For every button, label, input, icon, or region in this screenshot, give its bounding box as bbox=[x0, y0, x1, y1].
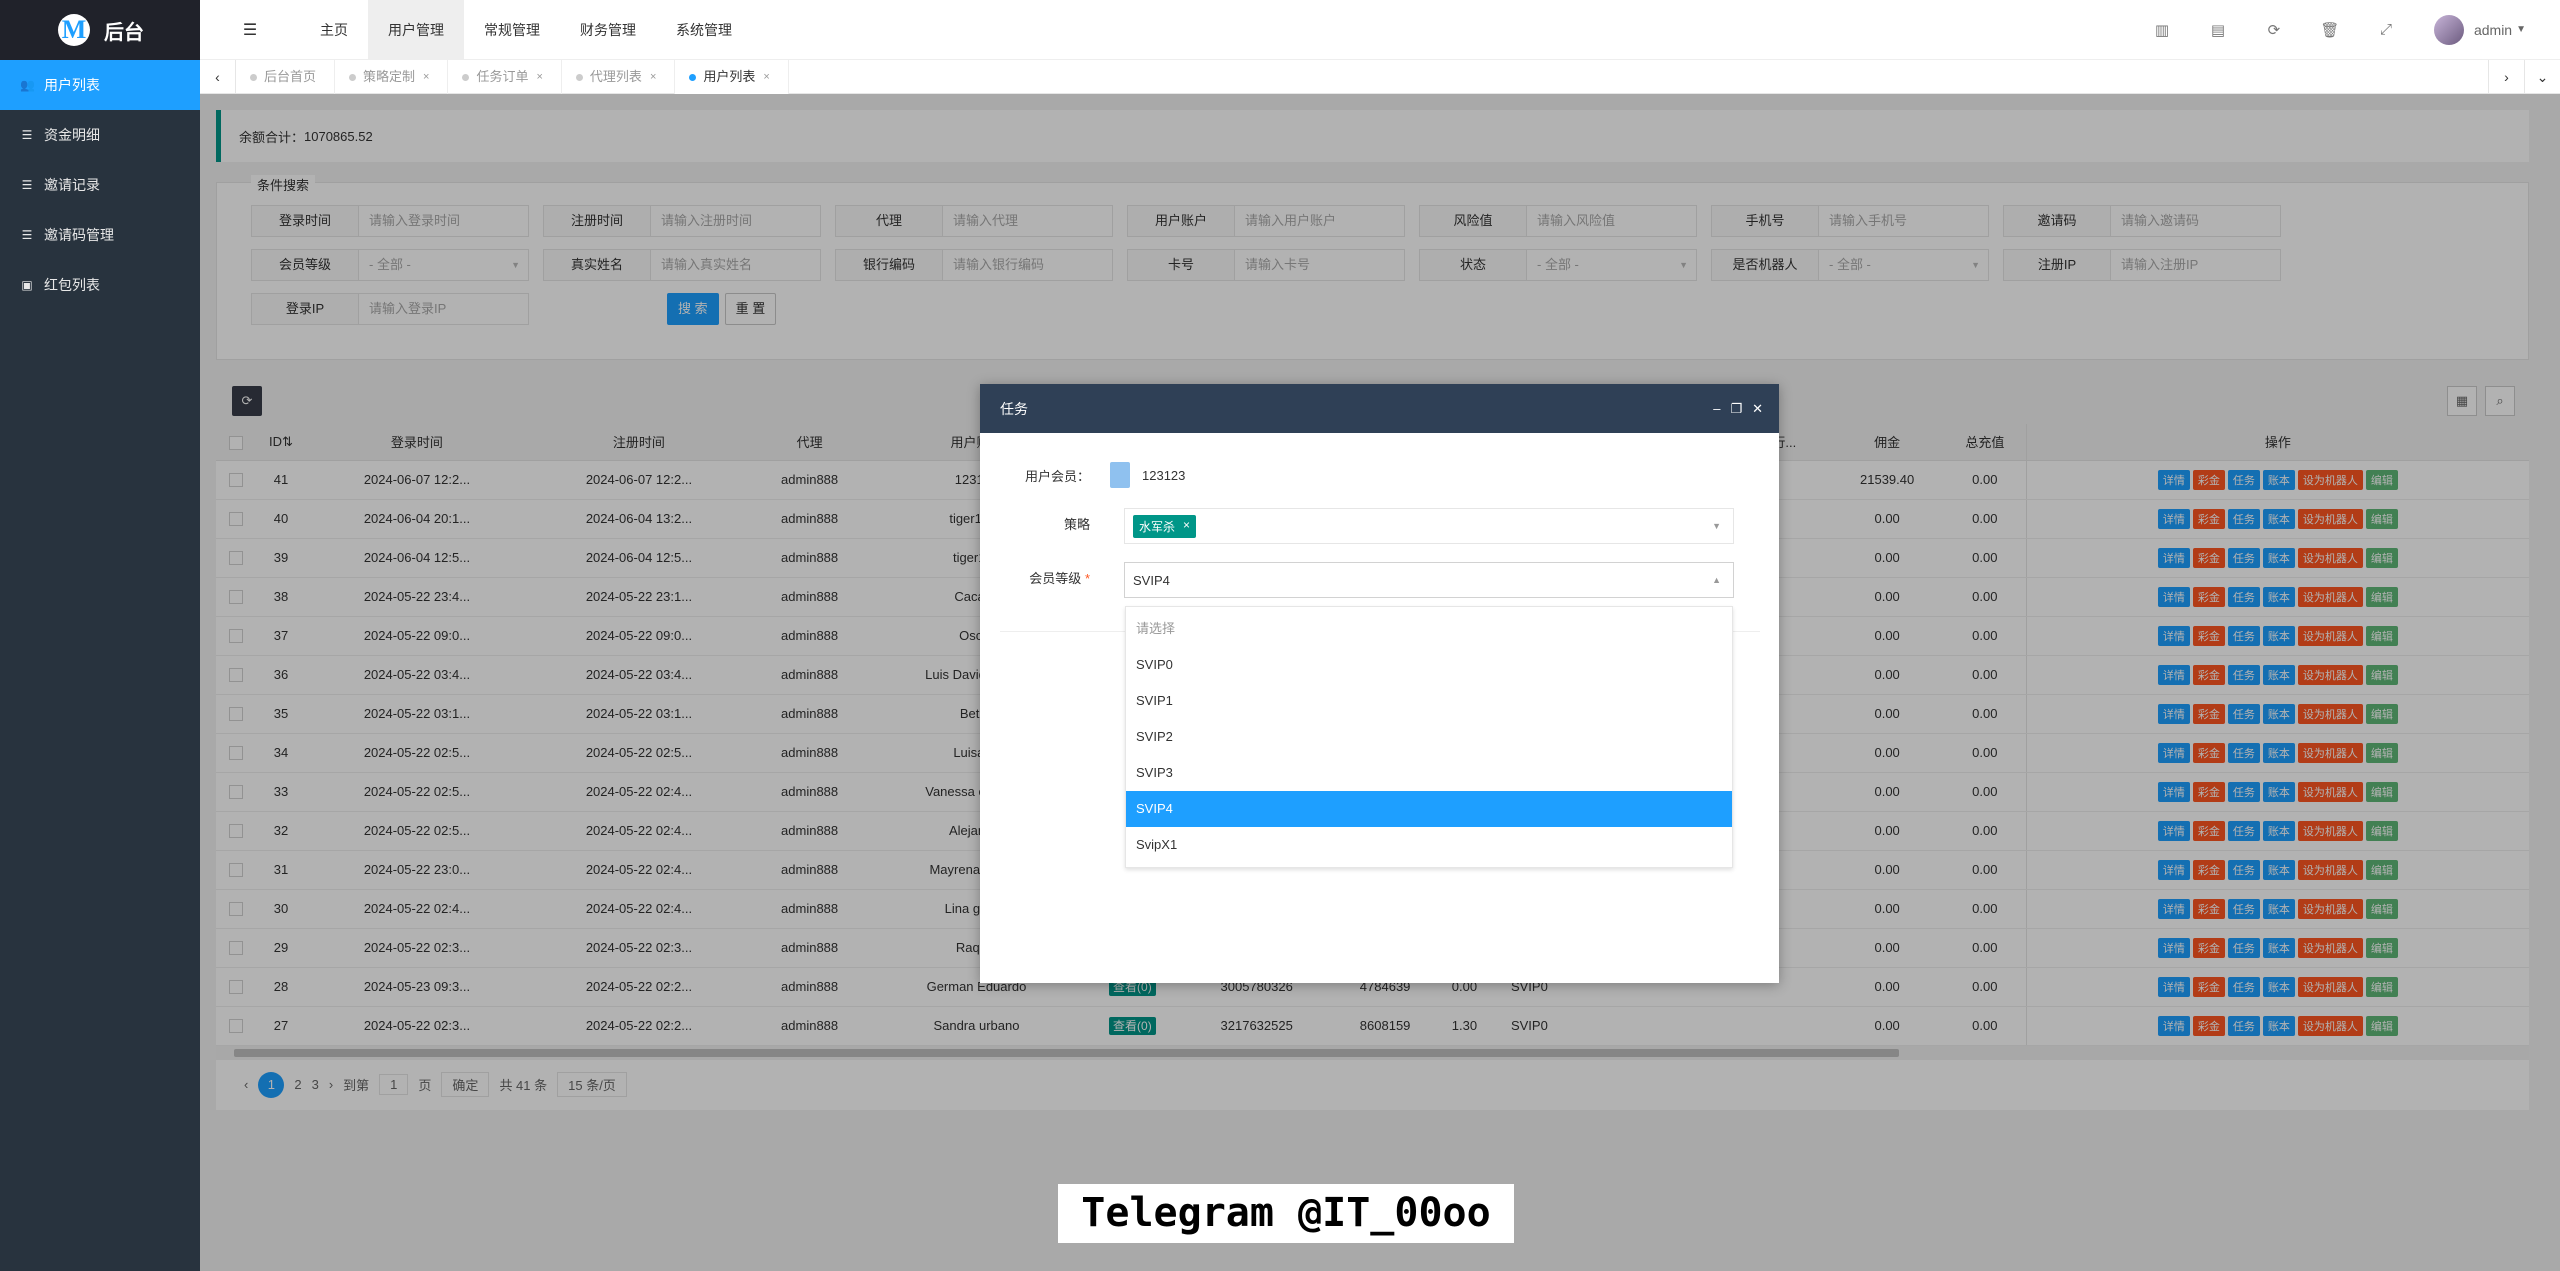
tab-1[interactable]: 策略定制 × bbox=[335, 59, 449, 94]
level-label: 会员等级 * bbox=[980, 568, 1110, 587]
chart-icon[interactable]: ▥ bbox=[2134, 21, 2190, 39]
logo-icon: M bbox=[58, 14, 90, 46]
nav-item-1[interactable]: 用户管理 bbox=[368, 0, 464, 60]
list-icon: ☰ bbox=[21, 228, 33, 242]
tab-label: 任务订单 bbox=[476, 68, 529, 84]
list-icon: ☰ bbox=[21, 128, 33, 142]
sidebar-item-label: 用户列表 bbox=[44, 77, 100, 93]
wallet-icon: ▣ bbox=[21, 278, 33, 292]
tab-status-dot bbox=[689, 73, 697, 81]
dropdown-option[interactable]: 请选择 bbox=[1126, 611, 1732, 647]
member-label: 用户会员： bbox=[1024, 468, 1090, 484]
sidebar-item-3[interactable]: ☰ 邀请码管理 bbox=[0, 210, 200, 260]
nav-item-0[interactable]: 主页 bbox=[300, 0, 368, 60]
chevron-up-icon[interactable]: ▲ bbox=[1712, 575, 1721, 585]
dropdown-option[interactable]: SVIP0 bbox=[1126, 647, 1732, 683]
tab-close-icon[interactable]: × bbox=[650, 60, 656, 94]
dropdown-option[interactable]: SVIP4 bbox=[1126, 791, 1732, 827]
dropdown-option[interactable]: SVIP3 bbox=[1126, 755, 1732, 791]
sidebar-item-4[interactable]: ▣ 红包列表 bbox=[0, 260, 200, 310]
telegram-watermark: Telegram @IT_00oo bbox=[1058, 1184, 1514, 1243]
sidebar: M 后台 👥 用户列表 ☰ 资金明细 ☰ 邀请记录 ☰ 邀请码管理 ▣ 红包列表 bbox=[0, 0, 200, 1271]
sidebar-item-2[interactable]: ☰ 邀请记录 bbox=[0, 160, 200, 210]
sidebar-item-label: 邀请码管理 bbox=[44, 227, 114, 243]
dropdown-option[interactable]: SvipX1 bbox=[1126, 827, 1732, 863]
tab-close-icon[interactable]: × bbox=[423, 60, 429, 94]
close-icon[interactable]: ✕ bbox=[1752, 401, 1763, 417]
modal-title: 任务 bbox=[1000, 400, 1028, 417]
strategy-chip: 水军杀 × bbox=[1133, 514, 1197, 538]
tab-3[interactable]: 代理列表 × bbox=[562, 59, 676, 94]
sidebar-menu: 👥 用户列表 ☰ 资金明细 ☰ 邀请记录 ☰ 邀请码管理 ▣ 红包列表 bbox=[0, 60, 200, 310]
top-nav: 主页 用户管理 常规管理 财务管理 系统管理 bbox=[300, 0, 752, 60]
logo[interactable]: M 后台 bbox=[0, 0, 200, 60]
tab-label: 后台首页 bbox=[264, 68, 317, 84]
sidebar-item-0[interactable]: 👥 用户列表 bbox=[0, 60, 200, 110]
level-label-text: 会员等级 bbox=[1029, 571, 1082, 586]
level-row: 会员等级 * bbox=[980, 568, 1110, 587]
member-row: 用户会员： 123123 bbox=[980, 462, 1185, 488]
nav-item-4[interactable]: 系统管理 bbox=[656, 0, 752, 60]
chip-remove-icon[interactable]: × bbox=[1183, 518, 1190, 535]
maximize-icon[interactable]: ❐ bbox=[1730, 401, 1742, 417]
dropdown-option[interactable]: SVIP1 bbox=[1126, 683, 1732, 719]
required-mark: * bbox=[1084, 571, 1090, 586]
tab-status-dot bbox=[250, 73, 257, 81]
list-icon: ☰ bbox=[21, 178, 33, 192]
tabs-more-icon[interactable]: ⌄ bbox=[2524, 59, 2560, 94]
file-icon bbox=[1110, 462, 1130, 488]
avatar[interactable] bbox=[2433, 14, 2464, 45]
sidebar-item-1[interactable]: ☰ 资金明细 bbox=[0, 110, 200, 160]
member-value: 123123 bbox=[1142, 467, 1186, 483]
strategy-row: 策略 bbox=[980, 514, 1110, 533]
fullscreen-icon[interactable]: ⤢ bbox=[2358, 21, 2414, 39]
tab-list: 后台首页 策略定制 × 任务订单 × 代理列表 × 用户列表 × bbox=[236, 59, 789, 94]
menu-toggle-icon[interactable]: ☰ bbox=[200, 20, 300, 40]
header-actions: ▥ ▤ ⟳ 🗑 ⤢ admin ▼ bbox=[2134, 0, 2560, 60]
tab-4[interactable]: 用户列表 × bbox=[675, 59, 789, 94]
strategy-chip-label: 水军杀 bbox=[1139, 519, 1176, 534]
minimize-icon[interactable]: – bbox=[1713, 401, 1720, 417]
chevron-down-icon[interactable]: ▼ bbox=[1712, 521, 1721, 531]
tab-status-dot bbox=[575, 73, 583, 81]
header-icon-group: ▥ ▤ ⟳ 🗑 ⤢ bbox=[2134, 21, 2414, 39]
tab-status-dot bbox=[462, 73, 470, 81]
tabs-prev-icon[interactable]: ‹ bbox=[200, 59, 236, 94]
refresh-icon[interactable]: ⟳ bbox=[2246, 21, 2302, 39]
layout-icon[interactable]: ▤ bbox=[2190, 21, 2246, 39]
user-name[interactable]: admin bbox=[2474, 22, 2512, 38]
strategy-select[interactable]: 水军杀 × ▼ bbox=[1124, 508, 1734, 544]
tab-2[interactable]: 任务订单 × bbox=[448, 59, 562, 94]
sidebar-item-label: 红包列表 bbox=[44, 277, 100, 293]
sidebar-item-label: 资金明细 bbox=[44, 127, 100, 143]
tab-close-icon[interactable]: × bbox=[763, 60, 769, 94]
level-value: SVIP4 bbox=[1133, 572, 1170, 588]
modal-controls: – ❐ ✕ bbox=[1713, 401, 1779, 417]
tabs-controls: › ⌄ bbox=[2488, 59, 2560, 94]
brand-name: 后台 bbox=[104, 21, 144, 44]
top-header: ☰ 主页 用户管理 常规管理 财务管理 系统管理 ▥ ▤ ⟳ 🗑 ⤢ admin ▼ bbox=[200, 0, 2560, 60]
level-dropdown: 请选择 SVIP0 SVIP1 SVIP2 SVIP3 SVIP4 SvipX1 bbox=[1125, 606, 1733, 868]
tabs-next-icon[interactable]: › bbox=[2488, 59, 2524, 94]
strategy-label: 策略 bbox=[1063, 517, 1090, 532]
tab-0[interactable]: 后台首页 bbox=[236, 59, 336, 94]
trash-icon[interactable]: 🗑 bbox=[2302, 21, 2358, 39]
task-modal: 任务 – ❐ ✕ 用户会员： 123123 策略 水军杀 × ▼ 会员等级 * … bbox=[980, 384, 1779, 983]
page-tabs: ‹ 后台首页 策略定制 × 任务订单 × 代理列表 × 用户列表 × › ⌄ bbox=[200, 59, 2560, 94]
chevron-down-icon[interactable]: ▼ bbox=[2516, 24, 2526, 35]
nav-item-3[interactable]: 财务管理 bbox=[560, 0, 656, 60]
modal-header: 任务 – ❐ ✕ bbox=[980, 384, 1779, 433]
nav-item-2[interactable]: 常规管理 bbox=[464, 0, 560, 60]
dropdown-option[interactable]: SVIP2 bbox=[1126, 719, 1732, 755]
tab-label: 用户列表 bbox=[703, 68, 756, 84]
tab-close-icon[interactable]: × bbox=[536, 60, 542, 94]
sidebar-item-label: 邀请记录 bbox=[44, 177, 100, 193]
tab-label: 策略定制 bbox=[363, 68, 416, 84]
tab-status-dot bbox=[349, 73, 357, 81]
level-select[interactable]: SVIP4 ▲ bbox=[1124, 562, 1734, 598]
tab-label: 代理列表 bbox=[589, 68, 642, 84]
users-icon: 👥 bbox=[20, 78, 35, 92]
